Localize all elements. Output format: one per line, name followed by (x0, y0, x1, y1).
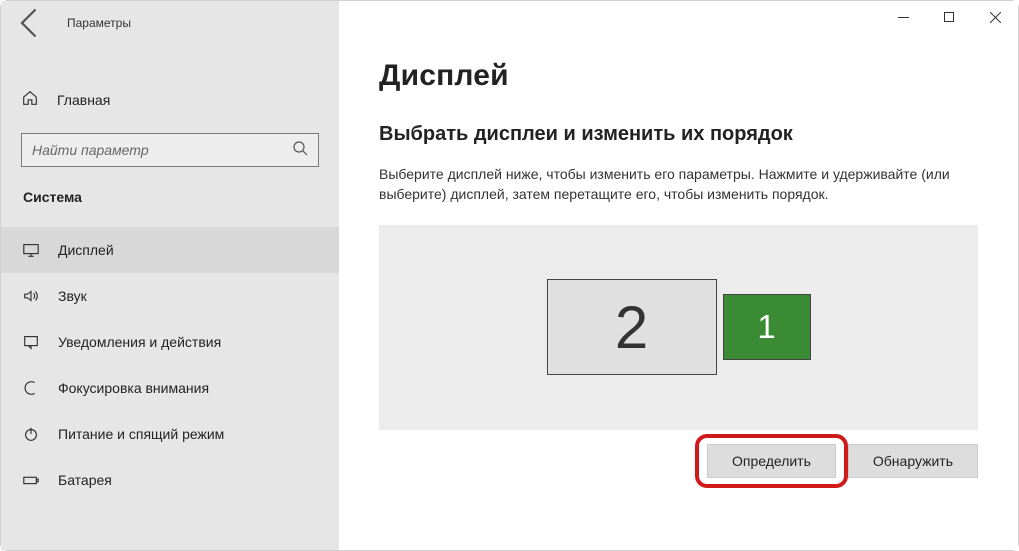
home-label: Главная (57, 92, 110, 108)
battery-icon (22, 471, 40, 489)
titlebar: Параметры (1, 1, 339, 45)
section-title: Выбрать дисплеи и изменить их порядок (379, 123, 978, 146)
sidebar-item-display[interactable]: Дисплей (1, 227, 339, 273)
sidebar-item-sound[interactable]: Звук (1, 273, 339, 319)
content: Дисплей Выбрать дисплеи и изменить их по… (339, 1, 1018, 478)
nav-list: Дисплей Звук Уведомления и действия Фоку… (1, 227, 339, 503)
home-link[interactable]: Главная (1, 77, 339, 123)
minimize-button[interactable] (880, 1, 926, 33)
display-arrangement-area[interactable]: 2 1 (379, 225, 978, 430)
monitor-2[interactable]: 2 (547, 279, 717, 375)
monitor-1[interactable]: 1 (723, 294, 811, 360)
nav-label: Фокусировка внимания (58, 380, 209, 396)
page-title: Дисплей (379, 59, 978, 93)
display-icon (22, 241, 40, 259)
section-desc: Выберите дисплей ниже, чтобы изменить ег… (379, 164, 978, 205)
back-button[interactable] (13, 5, 49, 41)
sound-icon (22, 287, 40, 305)
nav-label: Звук (58, 288, 87, 304)
search-icon (292, 140, 308, 161)
focus-icon (22, 379, 40, 397)
button-row: Определить Обнаружить (379, 444, 978, 478)
nav-label: Питание и спящий режим (58, 426, 224, 442)
nav-label: Батарея (58, 472, 112, 488)
window-controls (880, 1, 1018, 33)
close-button[interactable] (972, 1, 1018, 33)
nav-label: Дисплей (58, 242, 114, 258)
sidebar: Параметры Главная Система Дисплей (1, 1, 339, 550)
settings-window: Параметры Главная Система Дисплей (1, 1, 1018, 550)
search-input[interactable] (32, 142, 292, 158)
monitors-wrap: 2 1 (547, 279, 811, 375)
search-box[interactable] (21, 133, 319, 167)
sidebar-item-battery[interactable]: Батарея (1, 457, 339, 503)
maximize-button[interactable] (926, 1, 972, 33)
window-title: Параметры (53, 16, 131, 30)
sidebar-item-focus[interactable]: Фокусировка внимания (1, 365, 339, 411)
power-icon (22, 425, 40, 443)
category-label: Система (1, 167, 339, 215)
nav-label: Уведомления и действия (58, 334, 221, 350)
home-icon (21, 89, 39, 112)
detect-button[interactable]: Обнаружить (848, 444, 978, 478)
sidebar-item-notifications[interactable]: Уведомления и действия (1, 319, 339, 365)
main-panel: Дисплей Выбрать дисплеи и изменить их по… (339, 1, 1018, 550)
sidebar-item-power[interactable]: Питание и спящий режим (1, 411, 339, 457)
notifications-icon (22, 333, 40, 351)
identify-button[interactable]: Определить (707, 444, 836, 478)
